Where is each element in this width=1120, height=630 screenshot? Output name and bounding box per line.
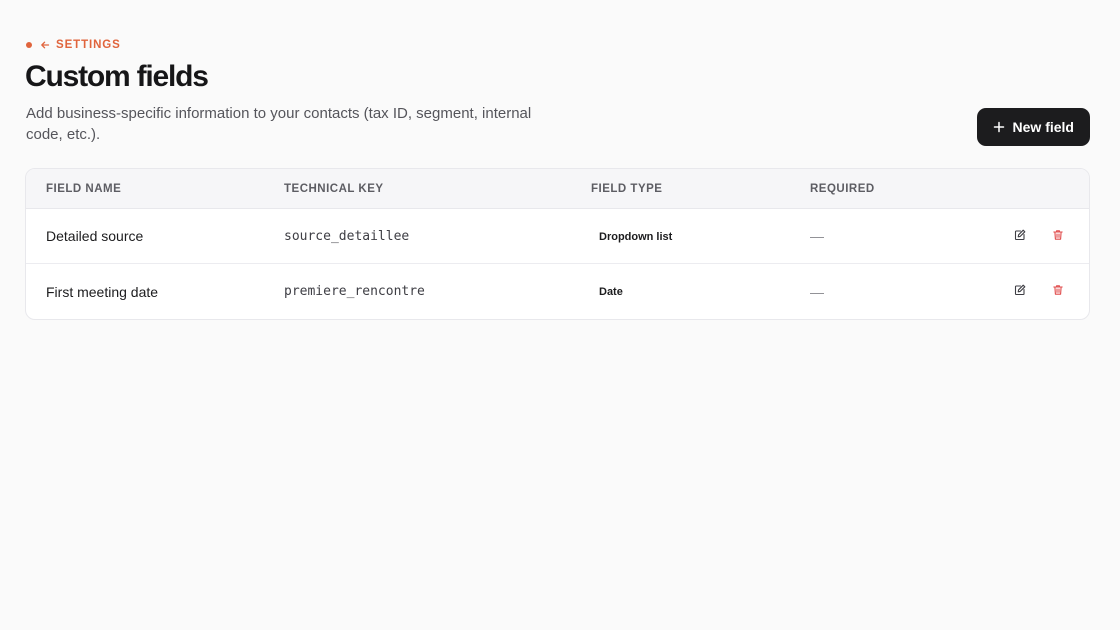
edit-button[interactable] bbox=[1009, 225, 1031, 247]
breadcrumb-label: SETTINGS bbox=[56, 39, 121, 51]
arrow-left-icon bbox=[40, 40, 50, 50]
technical-key-cell: source_detaillee bbox=[284, 228, 410, 244]
delete-button[interactable] bbox=[1047, 281, 1069, 303]
trash-icon bbox=[1052, 229, 1064, 244]
trash-icon bbox=[1052, 284, 1064, 299]
table-row[interactable]: First meeting date premiere_rencontre Da… bbox=[26, 264, 1089, 319]
page-title: Custom fields bbox=[25, 60, 209, 93]
field-name-cell: Detailed source bbox=[46, 228, 144, 244]
new-field-label: New field bbox=[1012, 119, 1074, 135]
required-cell: — bbox=[810, 228, 824, 244]
custom-fields-table: FIELD NAME TECHNICAL KEY FIELD TYPE REQU… bbox=[25, 168, 1090, 320]
required-cell: — bbox=[810, 283, 824, 300]
field-name-cell: First meeting date bbox=[46, 283, 159, 300]
page-subtitle: Add business-specific information to you… bbox=[26, 105, 532, 143]
field-type-badge: Date bbox=[599, 286, 623, 298]
new-field-button[interactable]: New field bbox=[976, 108, 1090, 146]
edit-button[interactable] bbox=[1009, 281, 1031, 303]
edit-icon bbox=[1014, 229, 1026, 244]
row-actions bbox=[960, 225, 1089, 247]
status-dot bbox=[26, 42, 32, 48]
table-header: FIELD NAME TECHNICAL KEY FIELD TYPE REQU… bbox=[26, 169, 1089, 209]
field-type-badge: Dropdown list bbox=[599, 230, 673, 243]
technical-key-cell: premiere_rencontre bbox=[284, 284, 425, 299]
breadcrumb-settings[interactable]: SETTINGS bbox=[26, 39, 121, 51]
plus-icon bbox=[993, 121, 1005, 133]
column-header-field-type: FIELD TYPE bbox=[591, 182, 663, 195]
column-header-field-name: FIELD NAME bbox=[46, 182, 122, 195]
column-header-required: REQUIRED bbox=[810, 182, 875, 195]
delete-button[interactable] bbox=[1047, 225, 1069, 247]
edit-icon bbox=[1014, 284, 1026, 299]
column-header-technical-key: TECHNICAL KEY bbox=[284, 182, 384, 195]
row-actions bbox=[960, 281, 1089, 303]
table-row[interactable]: Detailed source source_detaillee Dropdow… bbox=[26, 209, 1089, 264]
page: SETTINGS Custom fields Add business-spec… bbox=[0, 0, 1120, 630]
